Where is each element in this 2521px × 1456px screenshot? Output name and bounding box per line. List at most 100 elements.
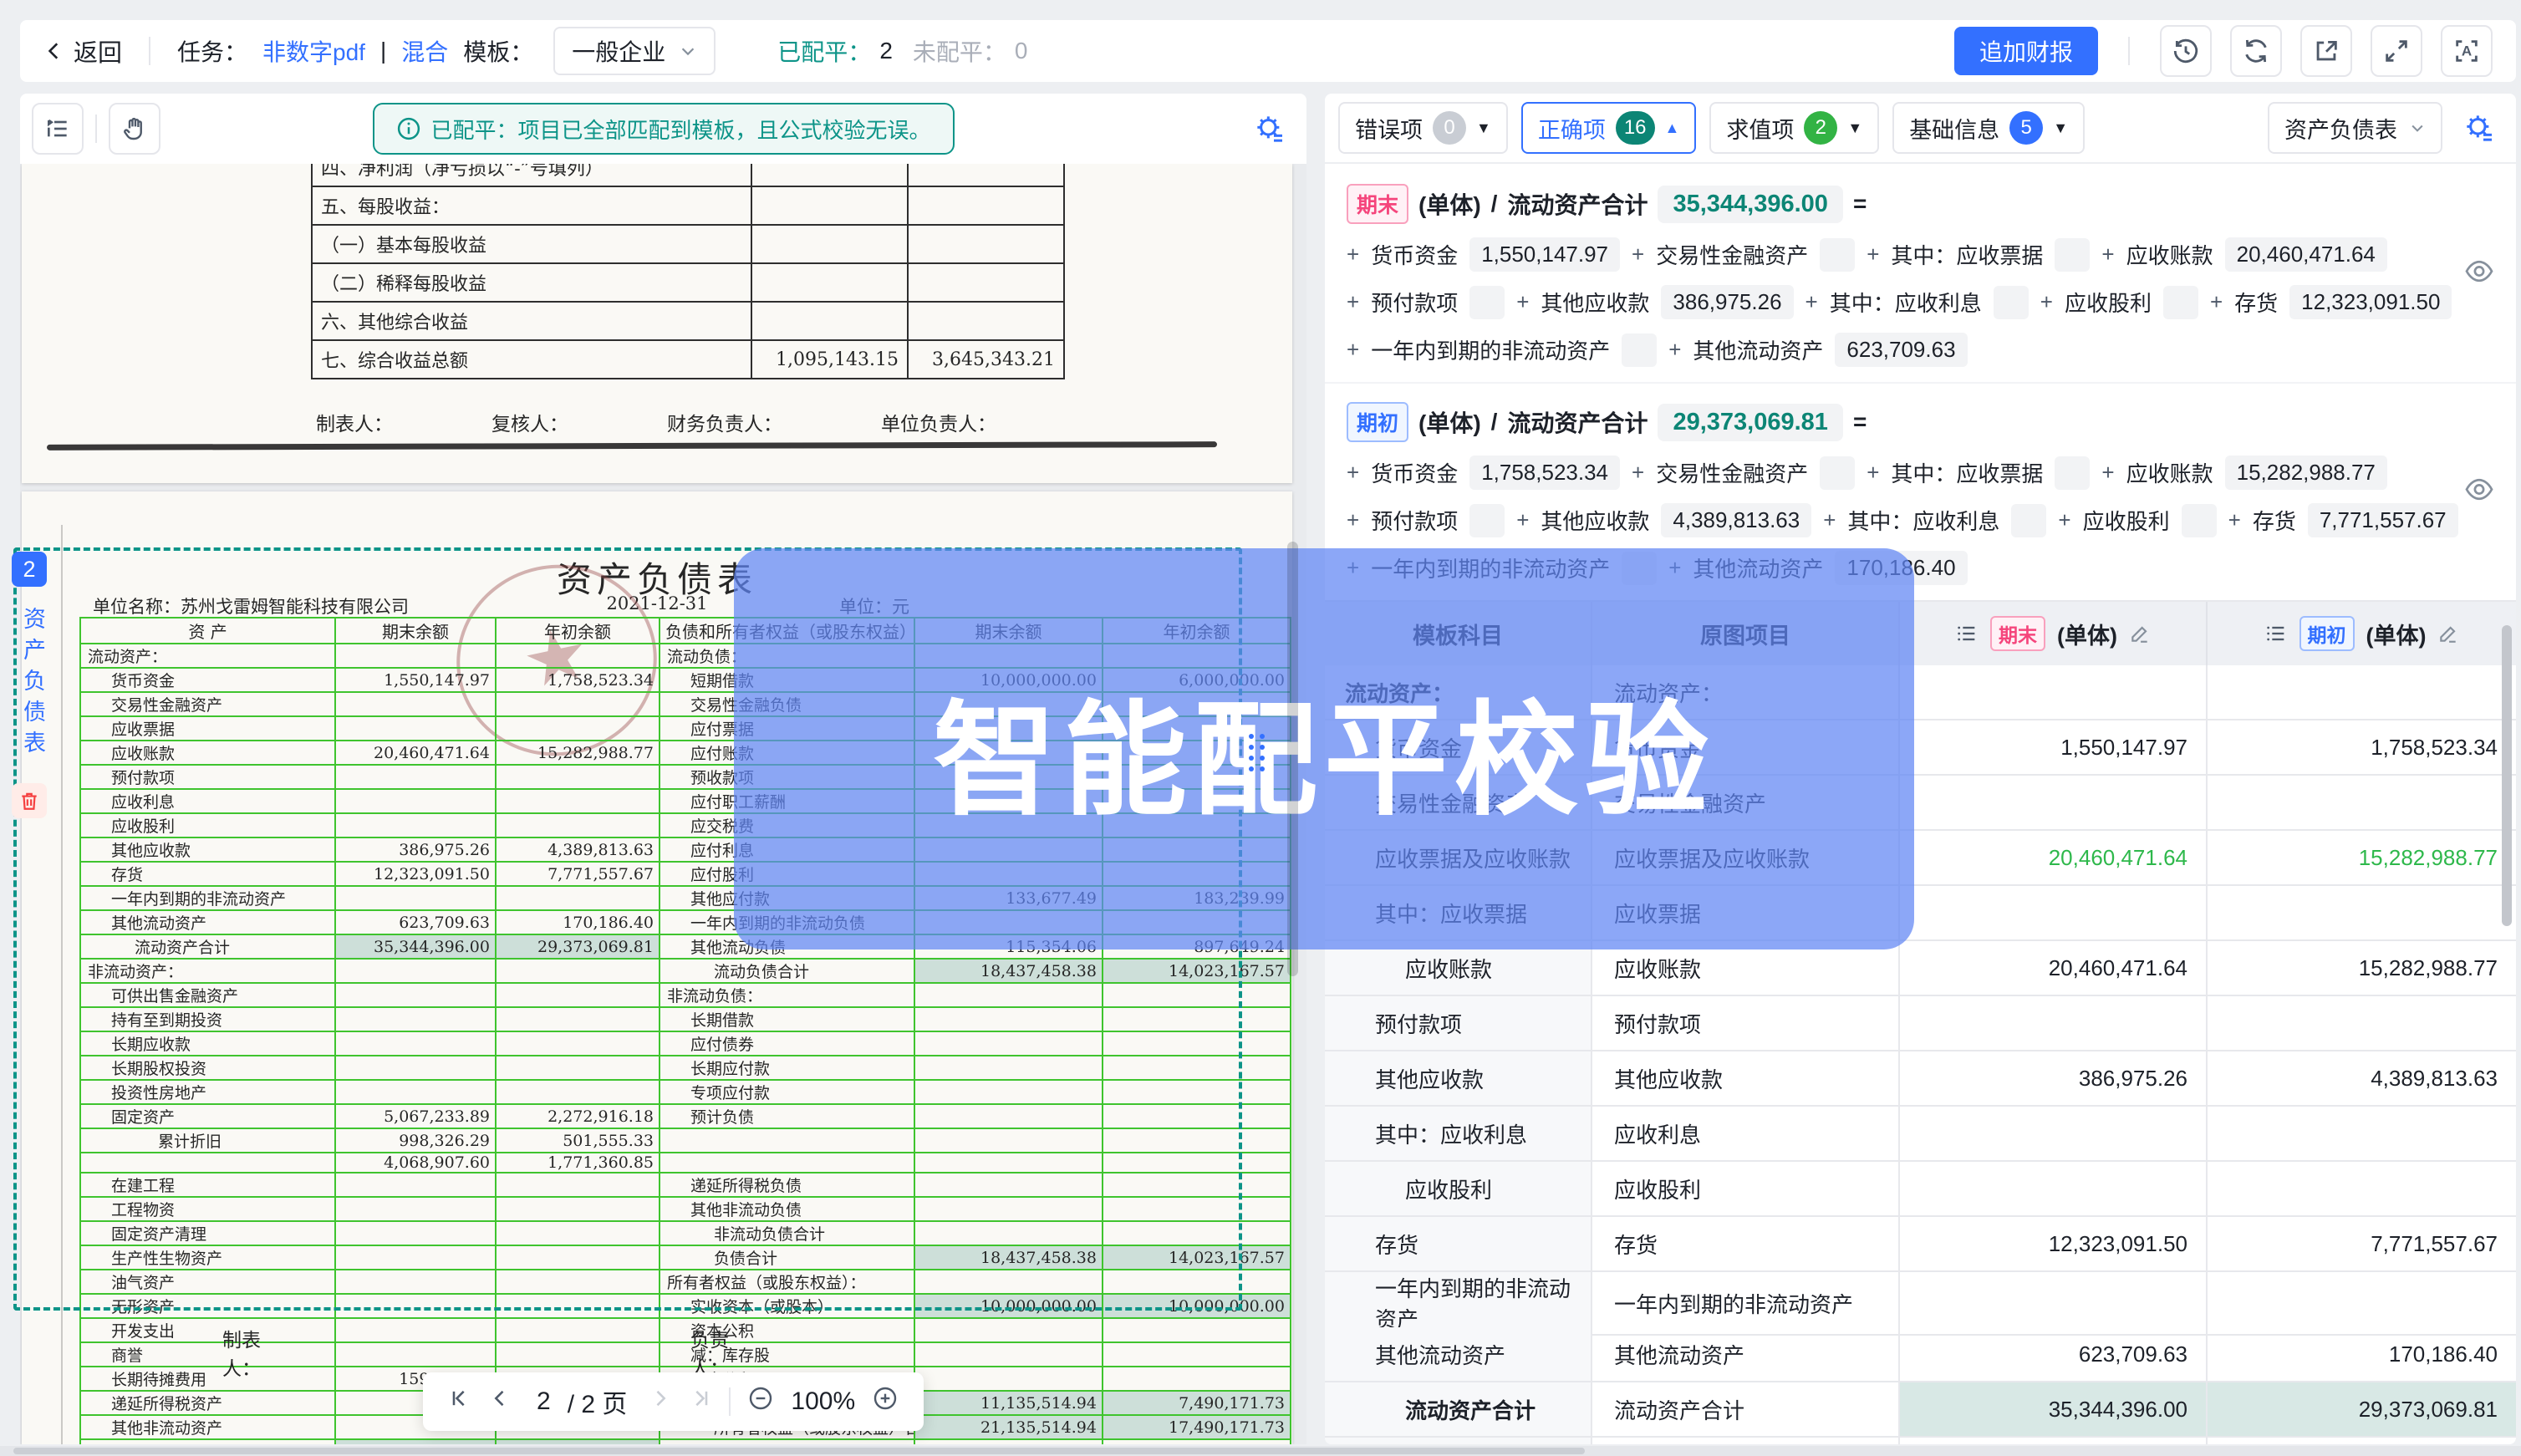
next-page-button[interactable] — [649, 1387, 672, 1417]
period-end-cell[interactable] — [1900, 1107, 2208, 1162]
term-value-box[interactable] — [1469, 504, 1505, 537]
task-type[interactable]: 非数字pdf — [262, 34, 365, 68]
period-begin-cell[interactable] — [2208, 1272, 2516, 1336]
term-value-box[interactable]: 4,389,813.63 — [1661, 503, 1811, 537]
add-report-button[interactable]: 追加财报 — [1954, 27, 2098, 75]
document-scrollbar[interactable] — [1287, 542, 1298, 976]
current-page[interactable]: 2 — [537, 1387, 551, 1416]
term-value-box[interactable]: 386,975.26 — [1661, 285, 1793, 319]
period-end-cell[interactable] — [1900, 1162, 2208, 1217]
edit-icon[interactable] — [2437, 623, 2459, 644]
history-button[interactable] — [2160, 25, 2212, 77]
term-value-box[interactable]: 7,771,557.67 — [2308, 503, 2458, 537]
term-value-box[interactable] — [1469, 286, 1505, 319]
table-row[interactable]: 其中：应收票据应收票据 — [1325, 886, 2516, 941]
period-begin-cell[interactable]: 170,186.40 — [2208, 1327, 2516, 1382]
table-row[interactable]: 其中：应收利息应收利息 — [1325, 1107, 2516, 1162]
term-value-box[interactable]: 1,758,523.34 — [1469, 456, 1620, 490]
table-row[interactable]: 其他应收款其他应收款386,975.264,389,813.63 — [1325, 1051, 2516, 1107]
period-begin-cell[interactable]: 7,771,557.67 — [2208, 1217, 2516, 1272]
task-mode[interactable]: 混合 — [401, 34, 448, 68]
period-begin-cell[interactable] — [2208, 1162, 2516, 1217]
prev-page-button[interactable] — [488, 1387, 512, 1417]
term-value-box[interactable]: 170,186.40 — [1835, 551, 1967, 585]
list-icon[interactable] — [1955, 622, 1979, 645]
ocr-capture-button[interactable]: A — [2441, 25, 2493, 77]
period-end-cell[interactable]: 623,709.63 — [1900, 1327, 2208, 1382]
edit-icon[interactable] — [2129, 623, 2151, 644]
sheet-side-tab[interactable]: 2 资产负债表 — [12, 552, 48, 818]
table-row[interactable]: 存货存货12,323,091.507,771,557.67 — [1325, 1217, 2516, 1272]
period-end-cell[interactable]: 35,344,396.00 — [1900, 1382, 2208, 1438]
horizontal-scrollbar[interactable] — [0, 1446, 2521, 1456]
document-viewport[interactable]: 四、净利润（净亏损以“-”号填列）五、每股收益：（一）基本每股收益（二）稀释每股… — [20, 164, 1306, 1444]
period-begin-cell[interactable]: 29,373,069.81 — [2208, 1382, 2516, 1438]
period-begin-cell[interactable] — [2208, 1438, 2516, 1444]
period-begin-cell[interactable]: 1,758,523.34 — [2208, 720, 2516, 776]
zoom-out-button[interactable] — [747, 1385, 774, 1418]
formula-total-value[interactable]: 29,373,069.81 — [1658, 404, 1842, 441]
sheet-selector[interactable]: 资产负债表 — [2268, 102, 2442, 154]
doc-settings-button[interactable] — [1246, 105, 1293, 152]
table-row[interactable]: 应收账款应收账款20,460,471.6415,282,988.77 — [1325, 941, 2516, 996]
filter-tab-正确项[interactable]: 正确项16▲ — [1521, 102, 1697, 154]
formula-total-value[interactable]: 35,344,396.00 — [1658, 186, 1842, 223]
period-end-cell[interactable]: 12,323,091.50 — [1900, 1217, 2208, 1272]
term-value-box[interactable] — [2055, 456, 2090, 490]
period-begin-cell[interactable] — [2208, 1107, 2516, 1162]
visibility-toggle[interactable] — [2464, 474, 2494, 510]
table-row[interactable]: 非流动资产：非流动资产： — [1325, 1438, 2516, 1444]
period-end-cell[interactable] — [1900, 665, 2208, 720]
template-select[interactable]: 一般企业 — [553, 27, 716, 75]
period-end-cell[interactable]: 1,550,147.97 — [1900, 720, 2208, 776]
filter-tab-求值项[interactable]: 求值项2▼ — [1709, 102, 1879, 154]
first-page-button[interactable] — [448, 1387, 471, 1417]
table-row[interactable]: 流动资产合计流动资产合计35,344,396.0029,373,069.81 — [1325, 1382, 2516, 1438]
period-end-cell[interactable] — [1900, 1272, 2208, 1336]
table-row[interactable]: 交易性金融资产交易性金融资产 — [1325, 776, 2516, 831]
period-begin-cell[interactable]: 15,282,988.77 — [2208, 941, 2516, 996]
period-begin-cell[interactable] — [2208, 665, 2516, 720]
export-button[interactable] — [2300, 25, 2352, 77]
table-row[interactable]: 应收票据及应收账款应收票据及应收账款20,460,471.6415,282,98… — [1325, 831, 2516, 886]
table-row[interactable]: 一年内到期的非流动资产一年内到期的非流动资产 — [1325, 1272, 2516, 1327]
term-value-box[interactable] — [1622, 552, 1657, 585]
term-value-box[interactable]: 12,323,091.50 — [2289, 285, 2452, 319]
last-page-button[interactable] — [689, 1387, 712, 1417]
table-row[interactable]: 预付款项预付款项 — [1325, 996, 2516, 1051]
term-value-box[interactable] — [1622, 333, 1657, 367]
term-value-box[interactable] — [1820, 456, 1855, 490]
table-row[interactable]: 流动资产：流动资产： — [1325, 665, 2516, 720]
period-begin-cell[interactable] — [2208, 776, 2516, 831]
filter-tab-基础信息[interactable]: 基础信息5▼ — [1892, 102, 2085, 154]
term-value-box[interactable]: 1,550,147.97 — [1469, 237, 1620, 272]
table-row[interactable]: 其他流动资产其他流动资产623,709.63170,186.40 — [1325, 1327, 2516, 1382]
term-value-box[interactable]: 20,460,471.64 — [2225, 237, 2387, 272]
term-value-box[interactable] — [2011, 504, 2046, 537]
term-value-box[interactable] — [1994, 286, 2029, 319]
pan-tool-button[interactable] — [109, 103, 160, 155]
panel-scrollbar[interactable] — [2502, 625, 2512, 926]
term-value-box[interactable] — [1820, 238, 1855, 272]
fullscreen-button[interactable] — [2371, 25, 2422, 77]
refresh-button[interactable] — [2230, 25, 2282, 77]
term-value-box[interactable] — [2182, 504, 2217, 537]
period-end-cell[interactable]: 386,975.26 — [1900, 1051, 2208, 1107]
sheet-tab-label[interactable]: 资产负债表 — [17, 600, 49, 768]
term-value-box[interactable]: 15,282,988.77 — [2225, 456, 2387, 490]
panel-drag-handle[interactable] — [1249, 734, 1265, 771]
visibility-toggle[interactable] — [2464, 256, 2494, 292]
term-value-box[interactable]: 623,709.63 — [1835, 333, 1967, 367]
outline-toggle-button[interactable] — [32, 103, 84, 155]
table-row[interactable]: 应收股利应收股利 — [1325, 1162, 2516, 1217]
panel-settings-button[interactable] — [2456, 104, 2503, 151]
term-value-box[interactable] — [2055, 238, 2090, 272]
table-row[interactable]: 货币资金货币资金1,550,147.971,758,523.34 — [1325, 720, 2516, 776]
back-button[interactable]: 返回 — [43, 33, 122, 69]
filter-tab-错误项[interactable]: 错误项0▼ — [1338, 102, 1508, 154]
period-begin-cell[interactable] — [2208, 886, 2516, 941]
period-begin-cell[interactable]: 4,389,813.63 — [2208, 1051, 2516, 1107]
period-begin-cell[interactable]: 15,282,988.77 — [2208, 831, 2516, 886]
term-value-box[interactable] — [2163, 286, 2198, 319]
period-end-cell[interactable] — [1900, 776, 2208, 831]
